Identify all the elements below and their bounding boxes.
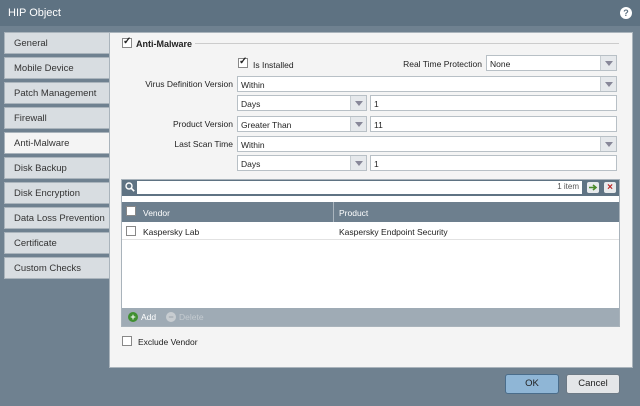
tab-disk-encryption[interactable]: Disk Encryption [4, 182, 110, 204]
grid-search-bar: 1 item × [122, 180, 619, 196]
tab-mobile-device[interactable]: Mobile Device [4, 57, 110, 79]
chevron-down-icon[interactable] [350, 156, 366, 170]
is-installed-checkbox[interactable] [238, 56, 248, 68]
rtp-select[interactable]: None [486, 55, 617, 71]
chevron-down-icon[interactable] [600, 77, 616, 91]
tab-list: General Mobile Device Patch Management F… [4, 32, 110, 282]
cancel-button[interactable]: Cancel [566, 374, 620, 394]
anti-malware-panel: Anti-Malware Is Installed Real Time Prot… [109, 32, 633, 368]
select-all-checkbox[interactable] [126, 206, 136, 216]
tab-certificate[interactable]: Certificate [4, 232, 110, 254]
grid-item-count: 1 item [557, 182, 579, 191]
row-checkbox[interactable] [126, 226, 136, 236]
is-installed-label: Is Installed [253, 60, 294, 70]
tab-disk-backup[interactable]: Disk Backup [4, 157, 110, 179]
lst-unit-value: Days [241, 159, 261, 169]
exclude-vendor-label: Exclude Vendor [138, 337, 198, 347]
chevron-down-icon[interactable] [350, 96, 366, 110]
anti-malware-checkbox[interactable] [122, 36, 132, 48]
tab-custom-checks[interactable]: Custom Checks [4, 257, 110, 279]
lst-select[interactable]: Within [237, 136, 617, 152]
add-button[interactable]: Add [141, 312, 156, 322]
vdv-unit-select[interactable]: Days [237, 95, 367, 111]
vendor-grid: 1 item × Vendor Product Kaspersky Lab Ka… [121, 179, 620, 327]
grid-footer: + Add − Delete [122, 308, 619, 326]
grid-search-input[interactable] [137, 181, 582, 194]
exclude-vendor-checkbox[interactable] [122, 336, 132, 346]
row-product[interactable]: Kaspersky Endpoint Security [339, 227, 448, 237]
column-header-vendor[interactable]: Vendor [143, 208, 170, 218]
lst-unit-select[interactable]: Days [237, 155, 367, 171]
row-vendor[interactable]: Kaspersky Lab [143, 227, 199, 237]
delete-icon: − [166, 312, 176, 322]
section-divider [195, 43, 619, 44]
tab-patch-management[interactable]: Patch Management [4, 82, 110, 104]
lst-number-input[interactable]: 1 [370, 155, 617, 171]
add-icon[interactable]: + [128, 312, 138, 322]
tab-data-loss-prevention[interactable]: Data Loss Prevention [4, 207, 110, 229]
ok-button[interactable]: OK [505, 374, 559, 394]
apply-filter-icon[interactable] [587, 182, 599, 193]
table-row[interactable]: Kaspersky Lab Kaspersky Endpoint Securit… [122, 222, 619, 240]
column-header-product[interactable]: Product [339, 208, 368, 218]
vdv-unit-value: Days [241, 99, 261, 109]
tab-anti-malware[interactable]: Anti-Malware [4, 132, 110, 154]
clear-filter-icon[interactable]: × [604, 182, 616, 193]
dialog-titlebar: HIP Object ? [0, 0, 640, 26]
vdv-select[interactable]: Within [237, 76, 617, 92]
vdv-label: Virus Definition Version [145, 79, 233, 89]
lst-label: Last Scan Time [174, 139, 233, 149]
chevron-down-icon[interactable] [600, 137, 616, 151]
rtp-value: None [490, 59, 511, 69]
chevron-down-icon[interactable] [600, 56, 616, 70]
vdv-number-input[interactable]: 1 [370, 95, 617, 111]
lst-value: Within [241, 140, 265, 150]
dialog-title: HIP Object [8, 7, 61, 19]
pv-number-input[interactable]: 11 [370, 116, 617, 132]
pv-value: Greater Than [241, 120, 292, 130]
vdv-value: Within [241, 80, 265, 90]
grid-header: Vendor Product [122, 202, 619, 222]
chevron-down-icon[interactable] [350, 117, 366, 131]
column-divider[interactable] [333, 202, 334, 222]
search-icon [125, 182, 135, 192]
delete-button: Delete [179, 312, 204, 322]
rtp-label: Real Time Protection [403, 59, 482, 69]
tab-firewall[interactable]: Firewall [4, 107, 110, 129]
pv-label: Product Version [172, 119, 233, 129]
help-icon[interactable]: ? [620, 7, 632, 19]
anti-malware-section-label: Anti-Malware [136, 39, 193, 49]
pv-select[interactable]: Greater Than [237, 116, 367, 132]
tab-general[interactable]: General [4, 32, 110, 54]
